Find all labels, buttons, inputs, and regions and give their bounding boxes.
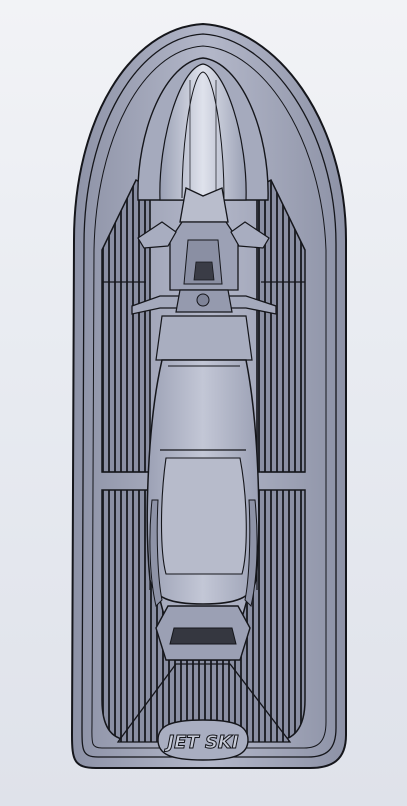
logo-plate: JET SKI: [157, 719, 249, 761]
seat[interactable]: [146, 359, 260, 605]
rear-step[interactable]: [155, 605, 251, 661]
cad-viewport[interactable]: JET SKI: [0, 0, 407, 806]
logo-text: JET SKI: [164, 732, 238, 753]
jet-ski-model[interactable]: JET SKI: [0, 0, 407, 806]
cowl: [155, 315, 253, 361]
